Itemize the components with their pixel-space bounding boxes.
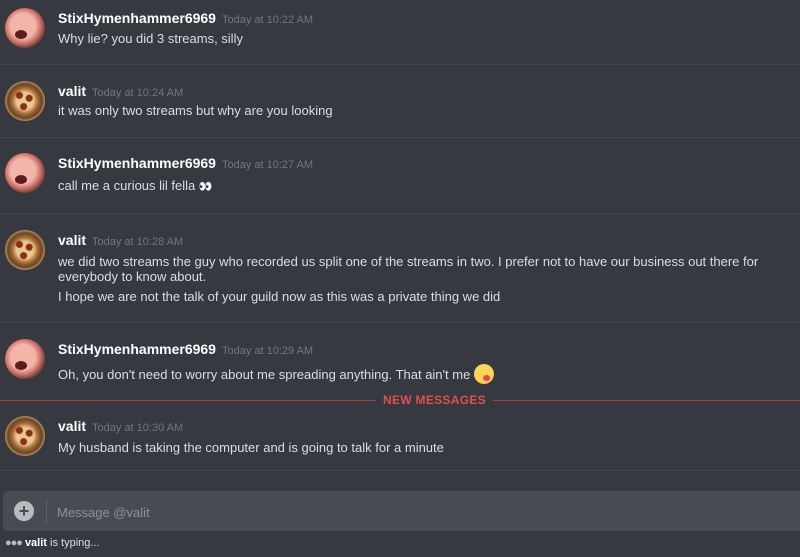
message-separator bbox=[0, 322, 800, 323]
timestamp: Today at 10:28 AM bbox=[92, 236, 184, 248]
message-header: valit Today at 10:24 AM bbox=[58, 83, 183, 101]
eyes-emoji-icon[interactable]: 👀 bbox=[199, 181, 213, 193]
username[interactable]: valit bbox=[58, 232, 86, 248]
avatar[interactable] bbox=[5, 81, 45, 121]
username[interactable]: StixHymenhammer6969 bbox=[58, 341, 216, 357]
message-input[interactable] bbox=[55, 500, 779, 524]
timestamp: Today at 10:30 AM bbox=[92, 422, 184, 434]
message-text: I hope we are not the talk of your guild… bbox=[58, 289, 501, 304]
message-header: StixHymenhammer6969 Today at 10:27 AM bbox=[58, 155, 313, 173]
timestamp: Today at 10:22 AM bbox=[221, 14, 314, 26]
message-separator bbox=[0, 137, 800, 138]
avatar[interactable] bbox=[5, 230, 45, 270]
message-text: Oh, you don't need to worry about me spr… bbox=[58, 364, 778, 384]
upload-plus-icon[interactable]: + bbox=[14, 501, 34, 521]
message-header: valit Today at 10:30 AM bbox=[58, 418, 183, 436]
message-separator bbox=[0, 470, 800, 471]
avatar[interactable] bbox=[5, 416, 45, 456]
message-text-content: Oh, you don't need to worry about me spr… bbox=[58, 367, 471, 382]
avatar[interactable] bbox=[5, 8, 45, 48]
typing-indicator: ●●● valit is typing... bbox=[5, 537, 100, 549]
username[interactable]: StixHymenhammer6969 bbox=[58, 155, 216, 171]
message-text: we did two streams the guy who recorded … bbox=[58, 254, 759, 284]
timestamp: Today at 10:27 AM bbox=[221, 159, 314, 171]
typing-user: valit bbox=[24, 537, 47, 549]
new-messages-label: NEW MESSAGES bbox=[376, 393, 493, 407]
message-text-content: call me a curious lil fella bbox=[58, 178, 196, 193]
yum-face-emoji-icon[interactable] bbox=[474, 364, 495, 384]
message-text: My husband is taking the computer and is… bbox=[58, 440, 444, 455]
message-list: StixHymenhammer6969 Today at 10:22 AM Why… bbox=[0, 0, 800, 485]
composer-divider bbox=[46, 499, 47, 523]
message-header: StixHymenhammer6969 Today at 10:29 AM bbox=[58, 341, 313, 359]
avatar[interactable] bbox=[5, 339, 45, 379]
timestamp: Today at 10:24 AM bbox=[92, 87, 184, 99]
message-separator bbox=[0, 64, 800, 65]
typing-dots-icon: ●●● bbox=[5, 537, 23, 549]
message-text: it was only two streams but why are you … bbox=[58, 103, 333, 118]
message-header: StixHymenhammer6969 Today at 10:22 AM bbox=[58, 10, 313, 28]
message-separator bbox=[0, 213, 800, 214]
username[interactable]: valit bbox=[58, 83, 86, 99]
timestamp: Today at 10:29 AM bbox=[221, 345, 314, 357]
typing-text: is typing... bbox=[50, 537, 100, 549]
username[interactable]: StixHymenhammer6969 bbox=[58, 10, 216, 26]
username[interactable]: valit bbox=[58, 418, 86, 434]
message-text: call me a curious lil fella 👀 bbox=[58, 178, 778, 195]
message-header: valit Today at 10:28 AM bbox=[58, 232, 183, 250]
message-text: Why lie? you did 3 streams, silly bbox=[58, 31, 243, 46]
avatar[interactable] bbox=[5, 153, 45, 193]
message-composer: + bbox=[3, 491, 800, 531]
